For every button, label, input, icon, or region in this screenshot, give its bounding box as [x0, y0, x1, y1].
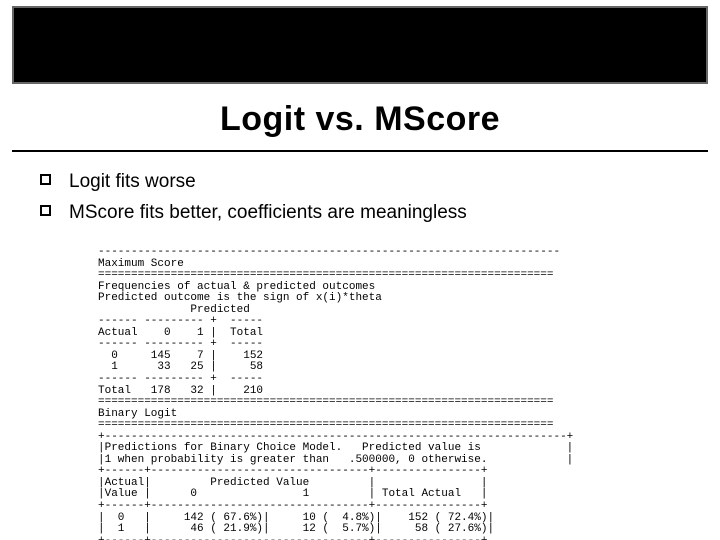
list-item: Logit fits worse — [40, 170, 680, 195]
list-item: MScore fits better, coefficients are mea… — [40, 201, 680, 226]
model-output-text: ----------------------------------------… — [98, 247, 573, 540]
bullet-text: Logit fits worse — [69, 170, 196, 195]
bullet-list: Logit fits worse MScore fits better, coe… — [40, 170, 680, 231]
square-bullet-icon — [40, 174, 51, 185]
slide-title: Logit vs. MScore — [210, 100, 510, 145]
title-wrap: Logit vs. MScore — [0, 100, 720, 145]
title-band — [12, 6, 708, 84]
bullet-text: MScore fits better, coefficients are mea… — [69, 201, 467, 226]
square-bullet-icon — [40, 205, 51, 216]
slide: Logit vs. MScore Logit fits worse MScore… — [0, 0, 720, 540]
title-underline — [12, 150, 708, 152]
